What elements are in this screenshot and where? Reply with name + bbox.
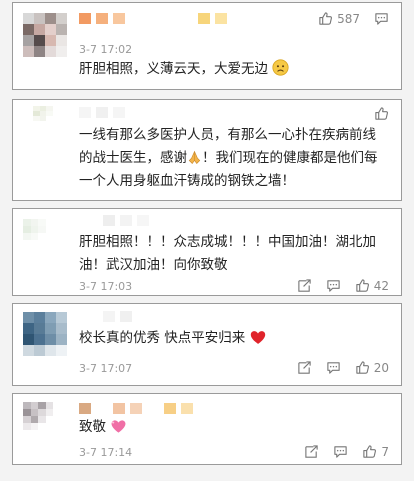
timestamp: 3-7 17:14 xyxy=(79,446,133,459)
like-count: 7 xyxy=(381,444,389,459)
comment-actions: 587 xyxy=(318,11,389,26)
like-button[interactable]: 42 xyxy=(355,278,389,293)
avatar[interactable] xyxy=(33,106,59,126)
share-icon[interactable] xyxy=(297,360,312,375)
share-icon[interactable] xyxy=(304,444,319,459)
username-redacted[interactable] xyxy=(79,12,227,24)
comment-icon[interactable] xyxy=(374,11,389,26)
comment-icon[interactable] xyxy=(326,278,341,293)
avatar[interactable] xyxy=(23,402,53,430)
avatar[interactable] xyxy=(23,312,67,356)
timestamp: 3-7 17:02 xyxy=(79,43,133,56)
comment-card-1: 3-7 17:02 肝胆相照，义薄云天，大爱无边 587 xyxy=(12,2,402,90)
comment-actions: 7 xyxy=(304,444,389,459)
comment-text: 一线有那么多医护人员，有那么一心扑在疾病前线的战士医生，感谢 ！我们现在的健康都… xyxy=(79,127,378,189)
username-redacted[interactable] xyxy=(103,310,132,322)
comment-text: 肝胆相照，义薄云天，大爱无边 xyxy=(79,58,389,80)
like-count: 42 xyxy=(373,278,389,293)
timestamp: 3-7 17:03 xyxy=(79,280,133,293)
thumbs-up-icon xyxy=(318,11,333,26)
thumbs-up-icon xyxy=(355,360,370,375)
worried-face-emoji xyxy=(272,59,289,76)
red-heart-emoji xyxy=(250,331,265,344)
thumbs-up-icon xyxy=(355,278,370,293)
like-button[interactable]: 20 xyxy=(355,360,389,375)
timestamp: 3-7 17:07 xyxy=(79,362,133,375)
comment-icon[interactable] xyxy=(333,444,348,459)
comment-text: 校长真的优秀 快点平安归来 xyxy=(79,327,389,349)
comment-icon[interactable] xyxy=(326,360,341,375)
comment-actions: 42 xyxy=(297,278,389,293)
like-count: 20 xyxy=(373,360,389,375)
comment-card-5: 致敬 3-7 17:14 7 xyxy=(12,393,402,465)
comment-actions: 20 xyxy=(297,360,389,375)
comment-actions xyxy=(374,106,389,121)
username-redacted[interactable] xyxy=(79,402,193,414)
comment-text: 致敬 xyxy=(79,416,389,438)
praying-hands-emoji xyxy=(188,150,201,164)
sparkling-heart-emoji xyxy=(111,420,126,433)
thumbs-up-icon[interactable] xyxy=(374,106,389,121)
comment-text: 肝胆相照！！！众志成城！！！中国加油！湖北加油！武汉加油！向你致敬 xyxy=(79,234,376,273)
comment-card-2: 一线有那么多医护人员，有那么一心扑在疾病前线的战士医生，感谢 ！我们现在的健康都… xyxy=(12,99,402,201)
share-icon[interactable] xyxy=(297,278,312,293)
username-redacted[interactable] xyxy=(79,106,125,118)
comment-card-3: 肝胆相照！！！众志成城！！！中国加油！湖北加油！武汉加油！向你致敬 3-7 17… xyxy=(12,208,402,296)
like-button[interactable]: 7 xyxy=(362,444,389,459)
avatar[interactable] xyxy=(23,13,67,57)
username-redacted[interactable] xyxy=(103,214,149,226)
like-button[interactable]: 587 xyxy=(318,11,360,26)
thumbs-up-icon xyxy=(362,444,377,459)
comment-card-4: 校长真的优秀 快点平安归来 3-7 17:07 20 xyxy=(12,303,402,386)
like-count: 587 xyxy=(337,11,360,26)
avatar[interactable] xyxy=(23,219,53,247)
